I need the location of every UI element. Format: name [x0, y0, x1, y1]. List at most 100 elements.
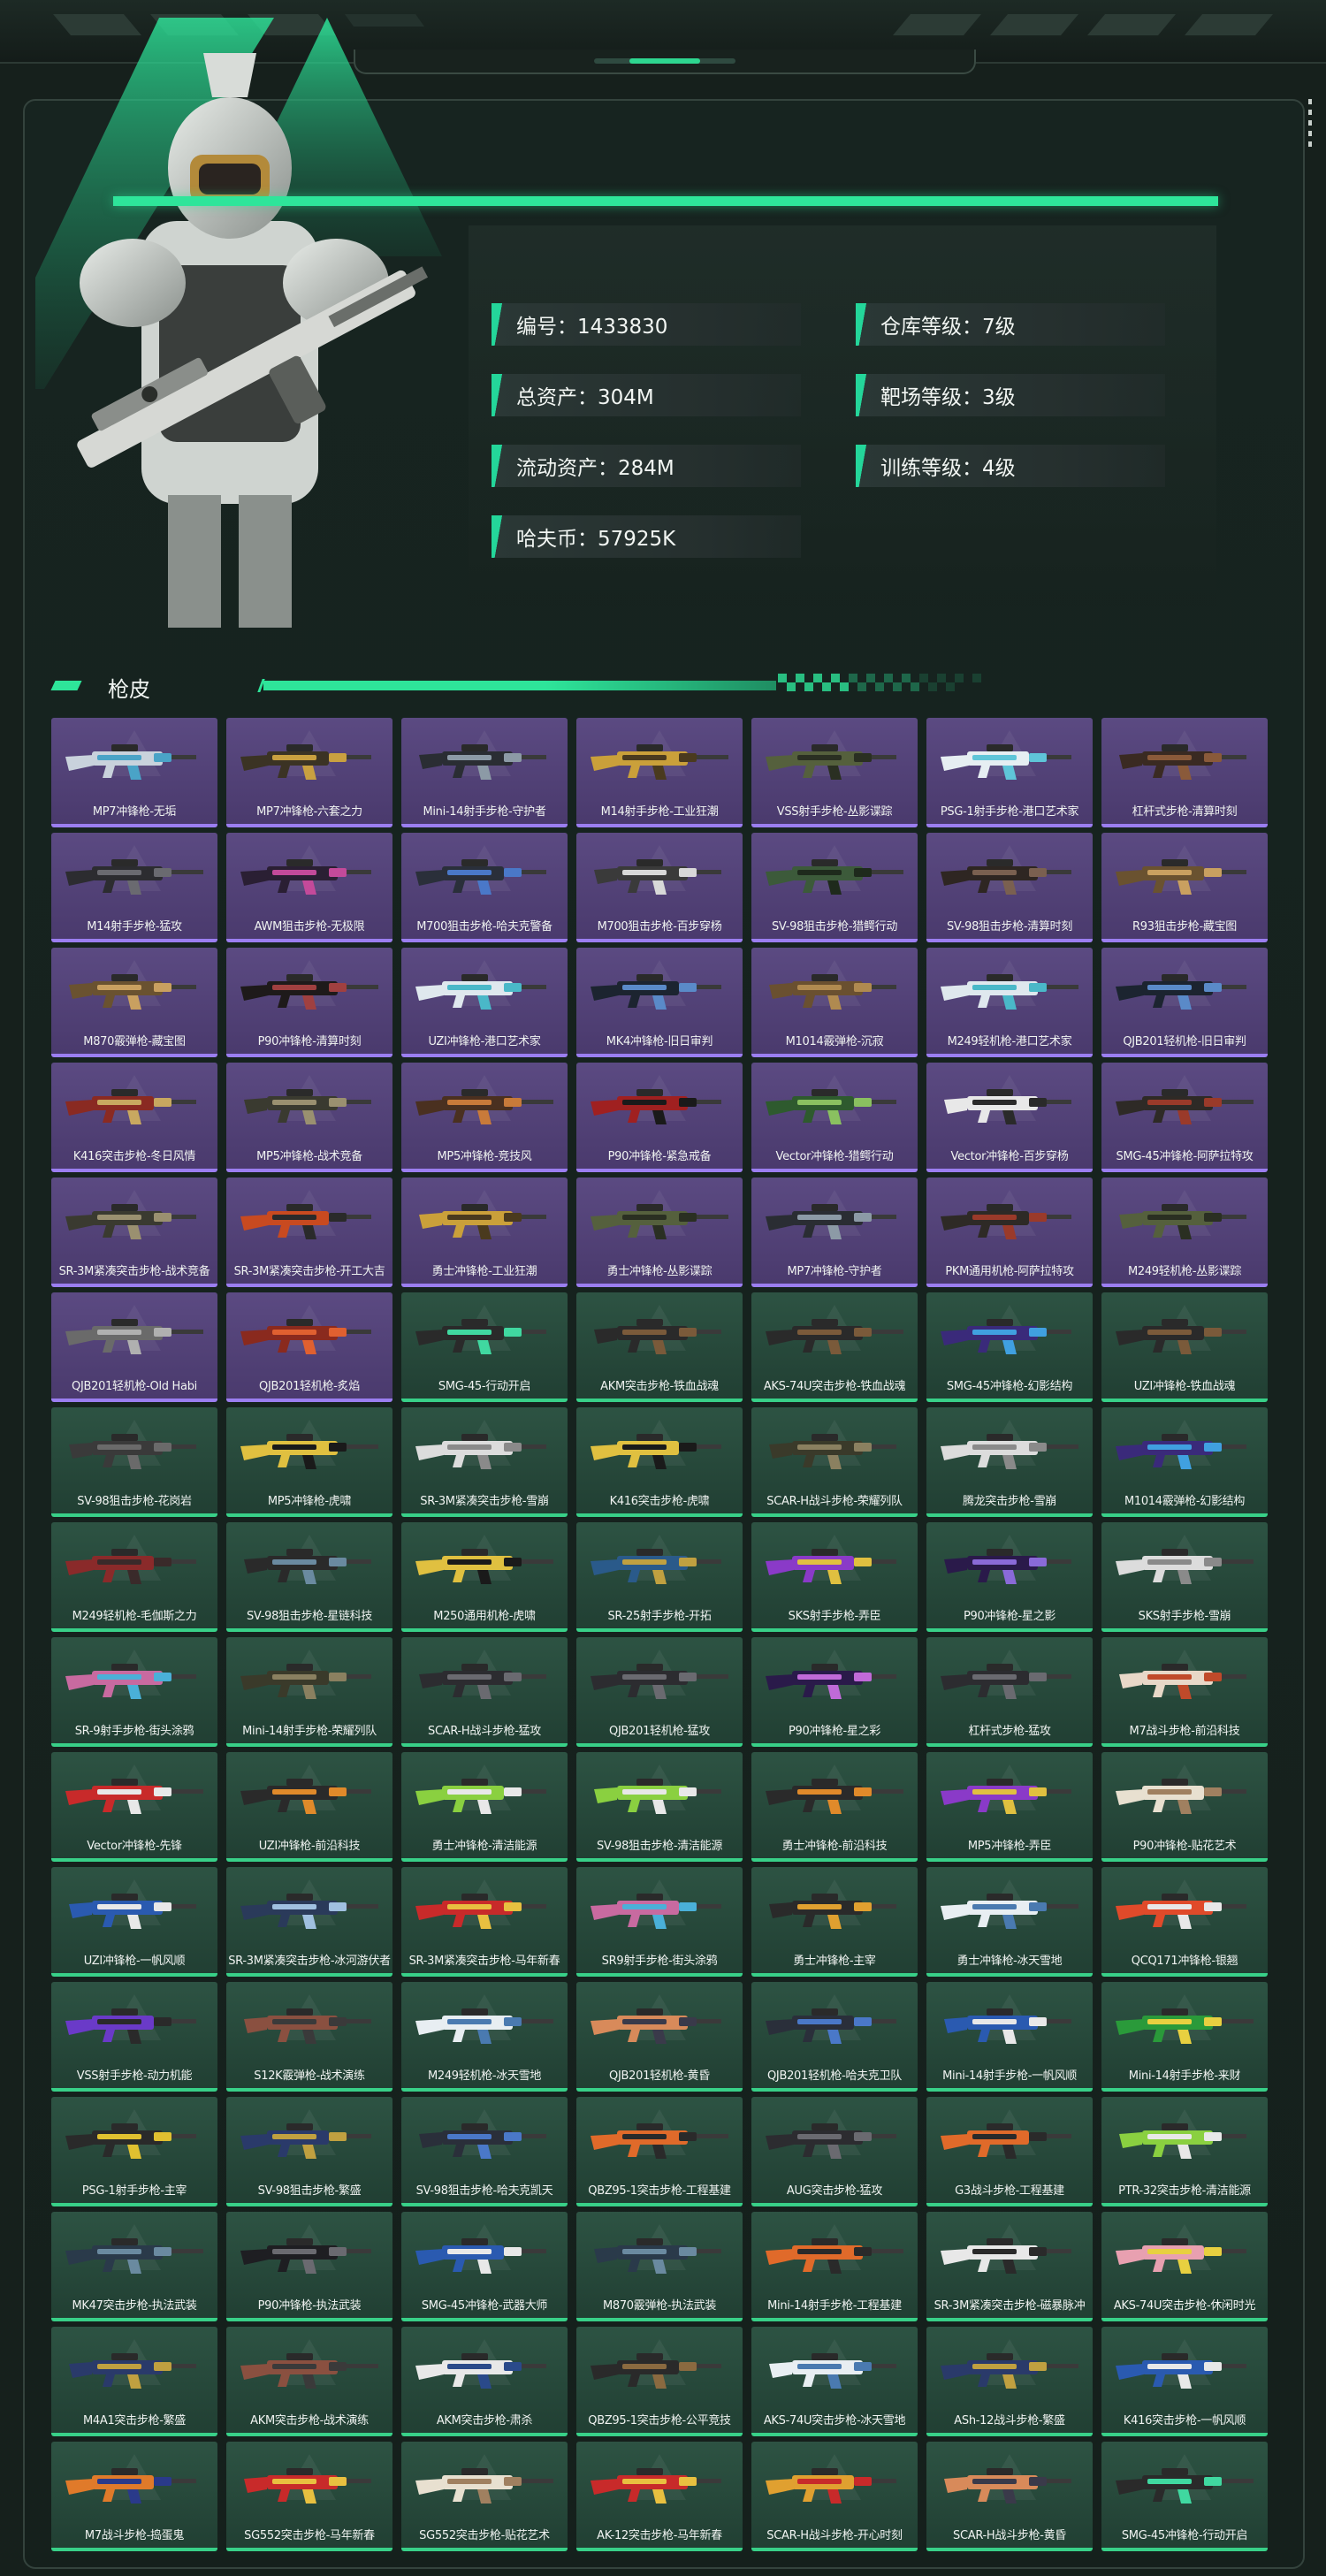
- skin-card[interactable]: AUG突击步枪-猛攻: [751, 2097, 918, 2206]
- skin-card[interactable]: PSG-1射手步枪-主宰: [51, 2097, 217, 2206]
- skin-card[interactable]: SR-9射手步枪-街头涂鸦: [51, 1637, 217, 1747]
- skin-card[interactable]: QBZ95-1突击步枪-公平竞技: [576, 2327, 743, 2436]
- skin-card[interactable]: MK47突击步枪-执法武装: [51, 2212, 217, 2321]
- skin-card[interactable]: M14射手步枪-猛攻: [51, 833, 217, 942]
- skin-card[interactable]: MP7冲锋枪-无垢: [51, 718, 217, 827]
- skin-card[interactable]: PSG-1射手步枪-港口艺术家: [926, 718, 1093, 827]
- skin-card[interactable]: 勇士冲锋枪-冰天雪地: [926, 1867, 1093, 1977]
- skin-card[interactable]: P90冲锋枪-贴花艺术: [1101, 1752, 1268, 1862]
- skin-card[interactable]: UZI冲锋枪-铁血战魂: [1101, 1292, 1268, 1402]
- skin-card[interactable]: K416突击步枪-虎啸: [576, 1407, 743, 1517]
- skin-card[interactable]: QJB201轻机枪-哈夫克卫队: [751, 1982, 918, 2092]
- skin-card[interactable]: AKM突击步枪-铁血战魂: [576, 1292, 743, 1402]
- skin-card[interactable]: SR-25射手步枪-开拓: [576, 1522, 743, 1632]
- skin-card[interactable]: VSS射手步枪-丛影谍踪: [751, 718, 918, 827]
- skin-card[interactable]: SG552突击步枪-贴花艺术: [401, 2442, 568, 2551]
- skin-card[interactable]: P90冲锋枪-星之彩: [751, 1637, 918, 1747]
- skin-card[interactable]: M250通用机枪-虎啸: [401, 1522, 568, 1632]
- skin-card[interactable]: QJB201轻机枪-Old Habi: [51, 1292, 217, 1402]
- skin-card[interactable]: SMG-45冲锋枪-幻影结构: [926, 1292, 1093, 1402]
- skin-card[interactable]: 杠杆式步枪-清算时刻: [1101, 718, 1268, 827]
- skin-card[interactable]: M249轻机枪-毛伽斯之力: [51, 1522, 217, 1632]
- skin-card[interactable]: VSS射手步枪-动力机能: [51, 1982, 217, 2092]
- skin-card[interactable]: SCAR-H战斗步枪-猛攻: [401, 1637, 568, 1747]
- skin-card[interactable]: MP7冲锋枪-六套之力: [226, 718, 392, 827]
- skin-card[interactable]: SR-3M紧凑突击步枪-磁暴脉冲: [926, 2212, 1093, 2321]
- skin-card[interactable]: M870霰弹枪-藏宝图: [51, 948, 217, 1057]
- skin-card[interactable]: P90冲锋枪-星之影: [926, 1522, 1093, 1632]
- skin-card[interactable]: AKS-74U突击步枪-休闲时光: [1101, 2212, 1268, 2321]
- skin-card[interactable]: SCAR-H战斗步枪-黄昏: [926, 2442, 1093, 2551]
- skin-card[interactable]: UZI冲锋枪-前沿科技: [226, 1752, 392, 1862]
- skin-card[interactable]: 勇士冲锋枪-主宰: [751, 1867, 918, 1977]
- skin-card[interactable]: R93狙击步枪-藏宝图: [1101, 833, 1268, 942]
- skin-card[interactable]: P90冲锋枪-紧急戒备: [576, 1063, 743, 1172]
- skin-card[interactable]: SV-98狙击步枪-清洁能源: [576, 1752, 743, 1862]
- skin-card[interactable]: M1014霰弹枪-沉寂: [751, 948, 918, 1057]
- skin-card[interactable]: ASh-12战斗步枪-繁盛: [926, 2327, 1093, 2436]
- skin-card[interactable]: MK4冲锋枪-旧日审判: [576, 948, 743, 1057]
- skin-card[interactable]: Mini-14射手步枪-一帆风顺: [926, 1982, 1093, 2092]
- skin-card[interactable]: Mini-14射手步枪-来财: [1101, 1982, 1268, 2092]
- skin-card[interactable]: QCQ171冲锋枪-银翘: [1101, 1867, 1268, 1977]
- skin-card[interactable]: MP5冲锋枪-虎啸: [226, 1407, 392, 1517]
- skin-card[interactable]: SKS射手步枪-弄臣: [751, 1522, 918, 1632]
- skin-card[interactable]: SMG-45冲锋枪-行动开启: [1101, 2442, 1268, 2551]
- skin-card[interactable]: SG552突击步枪-马年新春: [226, 2442, 392, 2551]
- skin-card[interactable]: UZI冲锋枪-一帆风顺: [51, 1867, 217, 1977]
- skin-card[interactable]: MP5冲锋枪-竞技风: [401, 1063, 568, 1172]
- skin-card[interactable]: 勇士冲锋枪-工业狂潮: [401, 1177, 568, 1287]
- skin-card[interactable]: M14射手步枪-工业狂潮: [576, 718, 743, 827]
- skin-card[interactable]: Vector冲锋枪-猎鳄行动: [751, 1063, 918, 1172]
- skin-card[interactable]: SR-3M紧凑突击步枪-雪崩: [401, 1407, 568, 1517]
- skin-card[interactable]: QJB201轻机枪-炙焰: [226, 1292, 392, 1402]
- scroll-indicator[interactable]: [1307, 99, 1314, 161]
- skin-card[interactable]: SR-3M紧凑突击步枪-开工大吉: [226, 1177, 392, 1287]
- skin-card[interactable]: SMG-45冲锋枪-武器大师: [401, 2212, 568, 2321]
- skin-card[interactable]: M870霰弹枪-执法武装: [576, 2212, 743, 2321]
- skin-card[interactable]: SV-98狙击步枪-繁盛: [226, 2097, 392, 2206]
- skin-card[interactable]: MP7冲锋枪-守护者: [751, 1177, 918, 1287]
- skin-card[interactable]: M7战斗步枪-捣蛋鬼: [51, 2442, 217, 2551]
- skin-card[interactable]: SKS射手步枪-雪崩: [1101, 1522, 1268, 1632]
- skin-card[interactable]: M249轻机枪-港口艺术家: [926, 948, 1093, 1057]
- skin-card[interactable]: 杠杆式步枪-猛攻: [926, 1637, 1093, 1747]
- skin-card[interactable]: M249轻机枪-丛影谍踪: [1101, 1177, 1268, 1287]
- skin-card[interactable]: SR-3M紧凑突击步枪-马年新春: [401, 1867, 568, 1977]
- skin-card[interactable]: SV-98狙击步枪-猎鳄行动: [751, 833, 918, 942]
- skin-card[interactable]: AKS-74U突击步枪-铁血战魂: [751, 1292, 918, 1402]
- skin-card[interactable]: SR9射手步枪-街头涂鸦: [576, 1867, 743, 1977]
- skin-card[interactable]: 勇士冲锋枪-清洁能源: [401, 1752, 568, 1862]
- skin-card[interactable]: 腾龙突击步枪-雪崩: [926, 1407, 1093, 1517]
- skin-card[interactable]: Mini-14射手步枪-守护者: [401, 718, 568, 827]
- skin-card[interactable]: SMG-45冲锋枪-阿萨拉特攻: [1101, 1063, 1268, 1172]
- skin-card[interactable]: Mini-14射手步枪-工程基建: [751, 2212, 918, 2321]
- skin-card[interactable]: AK-12突击步枪-马年新春: [576, 2442, 743, 2551]
- skin-card[interactable]: M700狙击步枪-哈夫克警备: [401, 833, 568, 942]
- skin-card[interactable]: QBZ95-1突击步枪-工程基建: [576, 2097, 743, 2206]
- skin-card[interactable]: PKM通用机枪-阿萨拉特攻: [926, 1177, 1093, 1287]
- skin-card[interactable]: Mini-14射手步枪-荣耀列队: [226, 1637, 392, 1747]
- skin-card[interactable]: S12K霰弹枪-战术演练: [226, 1982, 392, 2092]
- skin-card[interactable]: SCAR-H战斗步枪-荣耀列队: [751, 1407, 918, 1517]
- skin-card[interactable]: M249轻机枪-冰天雪地: [401, 1982, 568, 2092]
- skin-card[interactable]: Vector冲锋枪-先锋: [51, 1752, 217, 1862]
- skin-card[interactable]: MP5冲锋枪-弄臣: [926, 1752, 1093, 1862]
- skin-card[interactable]: AWM狙击步枪-无极限: [226, 833, 392, 942]
- skin-card[interactable]: SV-98狙击步枪-哈夫克凯天: [401, 2097, 568, 2206]
- skin-card[interactable]: QJB201轻机枪-黄昏: [576, 1982, 743, 2092]
- skin-card[interactable]: PTR-32突击步枪-清洁能源: [1101, 2097, 1268, 2206]
- skin-card[interactable]: 勇士冲锋枪-丛影谍踪: [576, 1177, 743, 1287]
- skin-card[interactable]: G3战斗步枪-工程基建: [926, 2097, 1093, 2206]
- skin-card[interactable]: AKS-74U突击步枪-冰天雪地: [751, 2327, 918, 2436]
- skin-card[interactable]: K416突击步枪-冬日风情: [51, 1063, 217, 1172]
- skin-card[interactable]: UZI冲锋枪-港口艺术家: [401, 948, 568, 1057]
- skin-card[interactable]: SV-98狙击步枪-花岗岩: [51, 1407, 217, 1517]
- skin-card[interactable]: SR-3M紧凑突击步枪-冰河游伏者: [226, 1867, 392, 1977]
- skin-card[interactable]: SCAR-H战斗步枪-开心时刻: [751, 2442, 918, 2551]
- skin-card[interactable]: SMG-45-行动开启: [401, 1292, 568, 1402]
- skin-card[interactable]: M700狙击步枪-百步穿杨: [576, 833, 743, 942]
- skin-card[interactable]: K416突击步枪-一帆风顺: [1101, 2327, 1268, 2436]
- skin-card[interactable]: M4A1突击步枪-繁盛: [51, 2327, 217, 2436]
- skin-card[interactable]: QJB201轻机枪-旧日审判: [1101, 948, 1268, 1057]
